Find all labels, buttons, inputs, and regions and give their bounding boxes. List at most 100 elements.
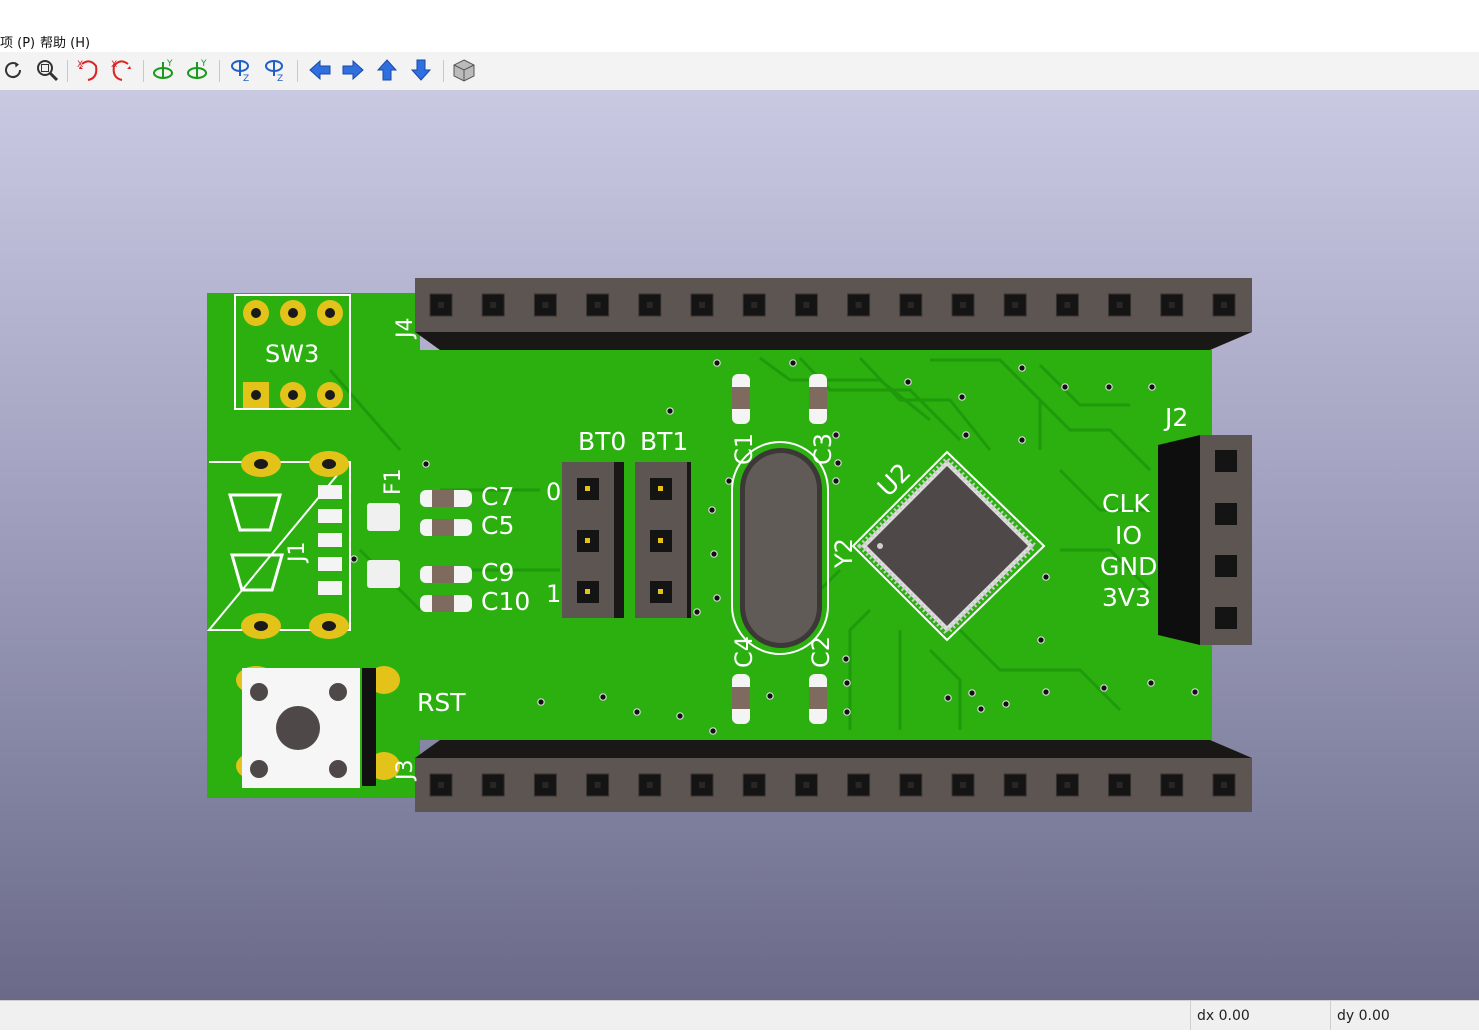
zoom-fit-button[interactable] (33, 56, 61, 84)
header-pin-center (542, 302, 549, 308)
header-pin-center (1064, 302, 1071, 308)
c1-label: C1 (730, 433, 758, 465)
smd-cap-center (432, 595, 454, 612)
svg-text:X: X (77, 60, 83, 70)
rotate-x-cw-icon: X (77, 60, 98, 81)
status-dx: dx 0.00 (1190, 1001, 1327, 1030)
window-titlebar (0, 0, 1479, 30)
header-pin-center (803, 302, 810, 308)
swd-label-clk: CLK (1102, 489, 1150, 518)
header-pin-center (1064, 782, 1071, 788)
header-pin-center (699, 302, 705, 308)
smd-cap-center (809, 387, 827, 409)
smd-cap-center (432, 519, 454, 536)
header-pin-center (646, 302, 653, 308)
header-pin-center (1221, 302, 1227, 308)
jumper-mark-1: 1 (546, 580, 561, 608)
toolbar-separator (443, 60, 444, 82)
c2-label: C2 (807, 636, 835, 668)
sw3-label: SW3 (265, 340, 319, 368)
header-j4 (415, 278, 1252, 350)
pan-left-button[interactable] (306, 56, 334, 84)
statusbar: dx 0.00 dy 0.00 (0, 1000, 1479, 1030)
svg-text:Z: Z (243, 74, 249, 84)
header-pin-center (960, 782, 966, 788)
view-3d-box-button[interactable] (450, 56, 478, 84)
3d-viewport[interactable]: SW3 J4 J1 F1 C7 C5 C9 C10 BT0 BT1 0 1 Y2… (0, 90, 1479, 1000)
pan-down-button[interactable] (407, 56, 435, 84)
rotate-x-ccw-button[interactable]: X (108, 56, 136, 84)
header-pin-center (907, 302, 914, 308)
pan-up-button[interactable] (373, 56, 401, 84)
rotate-y-cw-button[interactable]: Y (150, 56, 178, 84)
zoom-fit-icon (37, 60, 59, 82)
menu-preferences[interactable]: 项 (P) (0, 32, 35, 51)
c7-label: C7 (481, 482, 514, 511)
c5-label: C5 (481, 511, 514, 540)
view-3d-box-icon (453, 59, 475, 82)
toolbar: X X Y Y Z Z (0, 52, 1479, 91)
rst-label: RST (417, 688, 466, 717)
header-pin-center (1012, 782, 1019, 788)
toolbar-separator (143, 60, 144, 82)
c3-label: C3 (809, 433, 837, 465)
pan-left-icon (309, 59, 331, 81)
rotate-x-cw-button[interactable]: X (74, 56, 102, 84)
header-pin-center (1116, 302, 1123, 308)
pan-up-icon (376, 59, 398, 81)
header-pin-center (855, 782, 862, 788)
smd-cap-center (432, 566, 454, 583)
header-pin-center (907, 782, 914, 788)
j2-label: J2 (1163, 403, 1188, 432)
toolbar-separator (219, 60, 220, 82)
pan-right-icon (342, 59, 364, 81)
svg-text:Y: Y (200, 59, 207, 69)
swd-label-3v3: 3V3 (1102, 583, 1151, 612)
rotate-z-cw-icon: Z (231, 60, 249, 84)
menu-help[interactable]: 帮助 (H) (40, 32, 90, 51)
swd-label-io: IO (1115, 521, 1142, 550)
header-pin-center (751, 782, 758, 788)
header-pin-center (1168, 782, 1175, 788)
header-pin-center (751, 302, 758, 308)
toolbar-separator (67, 60, 68, 82)
jumper-mark-0: 0 (546, 478, 561, 506)
smd-cap-center (809, 687, 827, 709)
header-pin-center (594, 782, 601, 788)
header-pin-center (438, 782, 444, 788)
header-pin-center (1012, 302, 1019, 308)
bt1-label: BT1 (640, 427, 688, 456)
svg-text:X: X (111, 60, 117, 70)
header-pin-center (490, 782, 497, 788)
header-pin-center (960, 302, 966, 308)
header-pin-center (542, 782, 549, 788)
reload-button[interactable] (0, 56, 28, 84)
rotate-z-cw-button[interactable]: Z (227, 56, 255, 84)
header-pin-center (490, 302, 497, 308)
header-pin-center (1168, 302, 1175, 308)
header-pin-center (699, 782, 705, 788)
rotate-z-ccw-button[interactable]: Z (261, 56, 289, 84)
c4-label: C4 (730, 636, 758, 668)
header-pin-center (855, 302, 862, 308)
pan-right-button[interactable] (339, 56, 367, 84)
rotate-x-ccw-icon: X (111, 60, 131, 81)
j1-label: J1 (285, 542, 310, 565)
status-dy: dy 0.00 (1330, 1001, 1477, 1030)
rotate-y-ccw-button[interactable]: Y (184, 56, 212, 84)
header-pin-center (1221, 782, 1227, 788)
smd-cap-center (732, 687, 750, 709)
header-j2 (1158, 435, 1252, 645)
header-j3 (415, 740, 1252, 812)
header-pin-center (646, 782, 653, 788)
c10-label: C10 (481, 587, 530, 616)
rotate-y-ccw-icon: Y (187, 59, 207, 79)
svg-text:Z: Z (277, 74, 283, 84)
j4-label: J4 (393, 318, 418, 341)
y2-label: Y2 (830, 538, 858, 569)
pcb-board-render: SW3 J4 J1 F1 C7 C5 C9 C10 BT0 BT1 0 1 Y2… (206, 278, 1252, 812)
c9-label: C9 (481, 558, 514, 587)
swd-label-gnd: GND (1100, 552, 1157, 581)
header-pin-center (438, 302, 444, 308)
rotate-z-ccw-icon: Z (265, 60, 283, 84)
